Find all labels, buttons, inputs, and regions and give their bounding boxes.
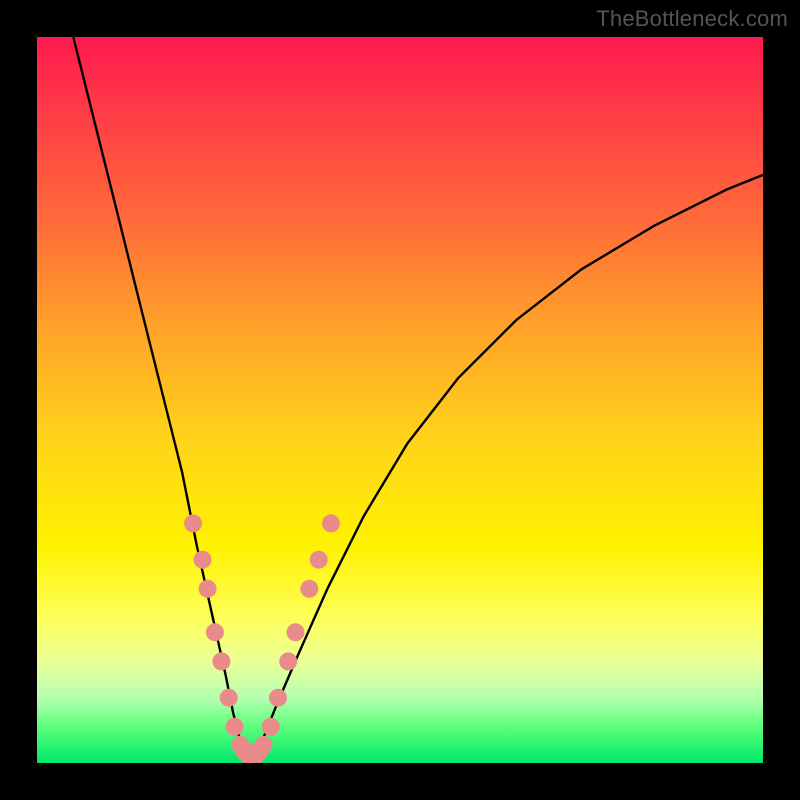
sample-dot [220,689,238,707]
sample-dot [184,514,202,532]
sample-dot [206,623,224,641]
chart-overlay-svg [37,37,763,763]
sample-dot [194,551,212,569]
curve-right [248,175,764,763]
watermark-text: TheBottleneck.com [596,6,788,32]
sample-dot [300,580,318,598]
sample-dot [262,718,280,736]
sample-dot [212,652,230,670]
plot-area [37,37,763,763]
sample-dot [255,736,273,754]
sample-dot [279,652,297,670]
chart-stage: TheBottleneck.com [0,0,800,800]
sample-dot [310,551,328,569]
sample-dot [226,718,244,736]
sample-dot [199,580,217,598]
sample-dot [269,689,287,707]
sample-dot [322,514,340,532]
sample-dot [287,623,305,641]
